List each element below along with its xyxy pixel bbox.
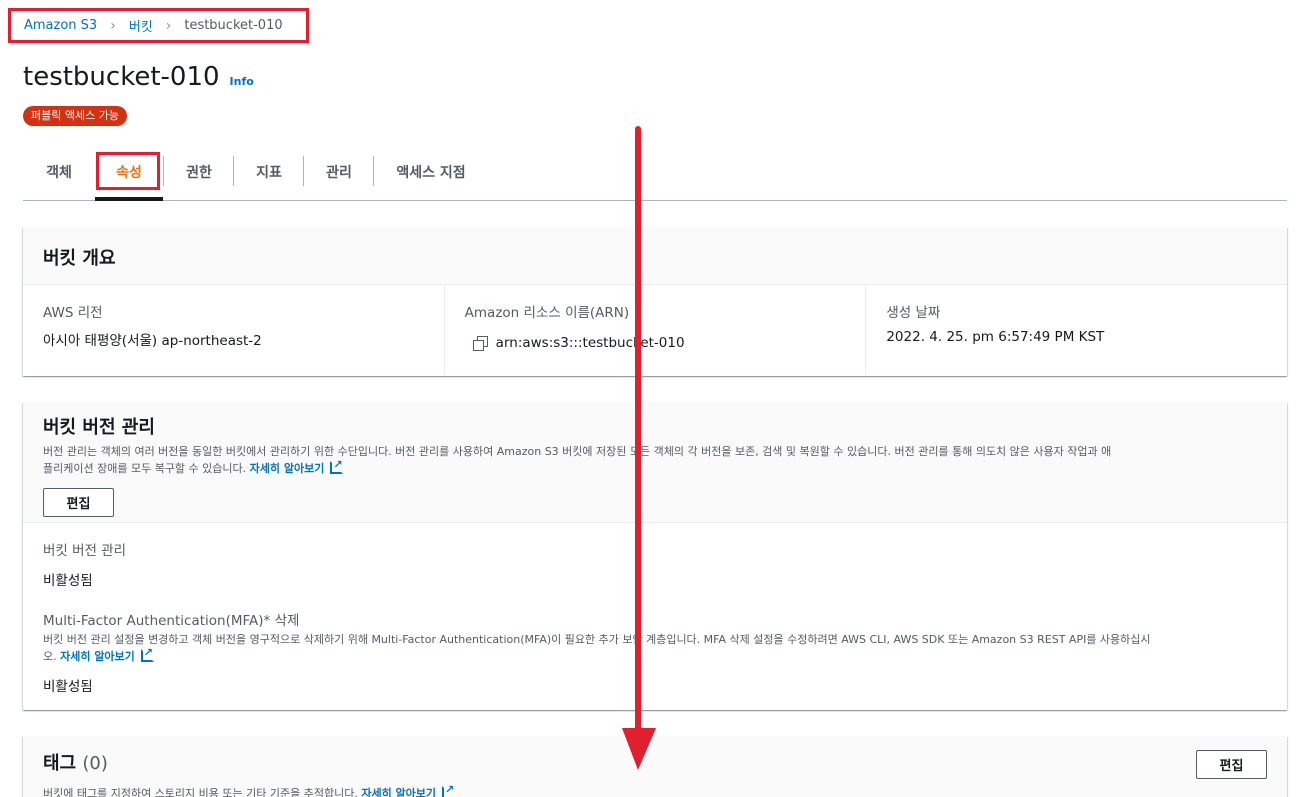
versioning-body: 버킷 버전 관리 비활성됨 Multi-Factor Authenticatio… (23, 523, 1287, 711)
mfa-learn-more-link[interactable]: 자세히 알아보기 (60, 650, 135, 663)
created-column: 생성 날짜 2022. 4. 25. pm 6:57:49 PM KST (866, 285, 1287, 375)
overview-columns: AWS 리전 아시아 태평양(서울) ap-northeast-2 Amazon… (23, 285, 1287, 375)
page-title: testbucket-010 (23, 62, 220, 92)
breadcrumb-buckets-link[interactable]: 버킷 (129, 16, 153, 35)
created-value: 2022. 4. 25. pm 6:57:49 PM KST (886, 329, 1105, 345)
breadcrumb: Amazon S3 › 버킷 › testbucket-010 (8, 8, 309, 43)
chevron-right-icon: › (165, 17, 172, 34)
tags-edit-button[interactable]: 편집 (1196, 750, 1267, 779)
copy-icon[interactable] (472, 336, 489, 351)
versioning-desc-line2: 플리케이션 장애를 모두 복구할 수 있습니다. (43, 462, 247, 475)
tab-access-points[interactable]: 액세스 지점 (374, 156, 488, 188)
panel-title: 버킷 개요 (43, 248, 116, 269)
region-label: AWS 리전 (43, 305, 103, 321)
learn-more-link[interactable]: 자세히 알아보기 (250, 462, 325, 475)
mfa-description: 버킷 버전 관리 설정을 변경하고 객체 버전을 영구적으로 삭제하기 위해 M… (43, 631, 1267, 665)
breadcrumb-current: testbucket-010 (184, 18, 283, 33)
region-column: AWS 리전 아시아 태평양(서울) ap-northeast-2 (23, 285, 445, 375)
mfa-desc-line2: 오. (43, 650, 57, 663)
tags-title: 태그 (43, 753, 77, 774)
breadcrumb-amazon-s3-link[interactable]: Amazon S3 (24, 18, 97, 33)
panel-title: 버킷 버전 관리 (43, 417, 155, 438)
public-access-badge: 퍼블릭 액세스 가능 (23, 106, 127, 126)
tags-learn-more-link[interactable]: 자세히 알아보기 (361, 787, 436, 797)
tab-highlight-box (96, 152, 160, 190)
active-tab-indicator (95, 197, 163, 201)
external-link-icon (140, 644, 154, 662)
arn-value: arn:aws:s3:::testbucket-010 (495, 335, 685, 351)
arn-line: arn:aws:s3:::testbucket-010 (465, 335, 846, 351)
versioning-desc-line1: 버전 관리는 객체의 여러 버전을 동일한 버킷에서 관리하기 위한 수단입니다… (43, 445, 1112, 458)
arn-column: Amazon 리소스 이름(ARN) arn:aws:s3:::testbuck… (445, 285, 867, 375)
panel-header: 태그 (0) 버킷에 태그를 지정하여 스토리지 비용 또는 기타 기준을 추적… (23, 736, 1287, 797)
external-link-icon (442, 781, 455, 797)
chevron-right-icon: › (110, 17, 116, 34)
panel-title: 태그 (0) (43, 749, 1267, 775)
mfa-desc-line1: 버킷 버전 관리 설정을 변경하고 객체 버전을 영구적으로 삭제하기 위해 M… (43, 633, 1151, 646)
versioning-status-value: 비활성됨 (43, 573, 93, 589)
tab-metrics[interactable]: 지표 (234, 156, 304, 188)
panel-header: 버킷 개요 (23, 227, 1287, 285)
arn-label: Amazon 리소스 이름(ARN) (464, 305, 630, 321)
panel-header: 버킷 버전 관리 버전 관리는 객체의 여러 버전을 동일한 버킷에서 관리하기… (23, 402, 1287, 523)
created-label: 생성 날짜 (886, 305, 941, 321)
tags-description: 버킷에 태그를 지정하여 스토리지 비용 또는 기타 기준을 추적합니다. 자세… (43, 781, 1267, 797)
mfa-delete-value: 비활성됨 (43, 679, 93, 695)
tab-management[interactable]: 관리 (304, 156, 374, 188)
versioning-edit-button[interactable]: 편집 (43, 488, 114, 517)
region-value: 아시아 태평양(서울) ap-northeast-2 (43, 333, 262, 349)
external-link-icon (330, 456, 344, 474)
tags-count: (0) (82, 753, 108, 774)
versioning-status-label: 버킷 버전 관리 (43, 543, 127, 559)
bucket-versioning-panel: 버킷 버전 관리 버전 관리는 객체의 여러 버전을 동일한 버킷에서 관리하기… (23, 402, 1287, 710)
info-link[interactable]: Info (230, 75, 254, 88)
mfa-delete-label: Multi-Factor Authentication(MFA)* 삭제 (43, 613, 300, 629)
tags-panel: 태그 (0) 버킷에 태그를 지정하여 스토리지 비용 또는 기타 기준을 추적… (23, 736, 1287, 797)
tab-objects[interactable]: 객체 (23, 156, 95, 188)
bucket-overview-panel: 버킷 개요 AWS 리전 아시아 태평양(서울) ap-northeast-2 … (23, 227, 1287, 376)
tags-desc-text: 버킷에 태그를 지정하여 스토리지 비용 또는 기타 기준을 추적합니다. (43, 787, 358, 797)
tab-permissions[interactable]: 권한 (164, 156, 234, 188)
title-row: testbucket-010 Info (23, 62, 254, 92)
tab-bar: 객체 속성 권한 지표 관리 액세스 지점 (23, 148, 1287, 201)
versioning-description: 버전 관리는 객체의 여러 버전을 동일한 버킷에서 관리하기 위한 수단입니다… (43, 443, 1267, 477)
